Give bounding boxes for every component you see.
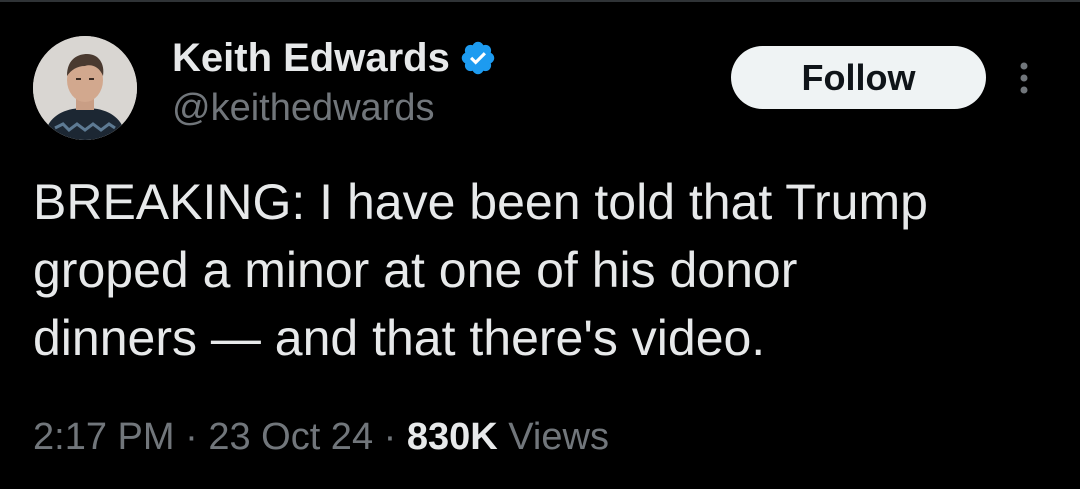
meta-separator: · — [185, 416, 198, 458]
views-count[interactable]: 830K — [407, 416, 498, 458]
author-block: Keith Edwards @keithedwards — [172, 33, 497, 130]
tweet-text: BREAKING: I have been told that Trump gr… — [33, 168, 1043, 372]
meta-separator: · — [383, 416, 397, 458]
tweet-date[interactable]: 23 Oct 24 — [208, 416, 373, 458]
verified-badge-icon[interactable] — [459, 39, 497, 77]
author-display-name[interactable]: Keith Edwards — [172, 36, 450, 81]
top-divider — [0, 0, 1080, 2]
follow-button[interactable]: Follow — [731, 46, 986, 109]
author-handle[interactable]: @keithedwards — [172, 87, 497, 130]
avatar[interactable] — [33, 36, 137, 140]
name-row: Keith Edwards — [172, 33, 497, 83]
views-label: Views — [508, 416, 609, 458]
tweet-meta: 2:17 PM · 23 Oct 24 · 830K Views — [33, 416, 609, 459]
more-vertical-icon[interactable] — [1010, 58, 1038, 98]
tweet-line: dinners — and that there's video. — [33, 310, 766, 366]
avatar-image — [33, 36, 137, 140]
tweet-line: BREAKING: I have been told that Trump — [33, 174, 928, 230]
tweet-time[interactable]: 2:17 PM — [33, 416, 175, 458]
tweet-line: groped a minor at one of his donor — [33, 242, 798, 298]
